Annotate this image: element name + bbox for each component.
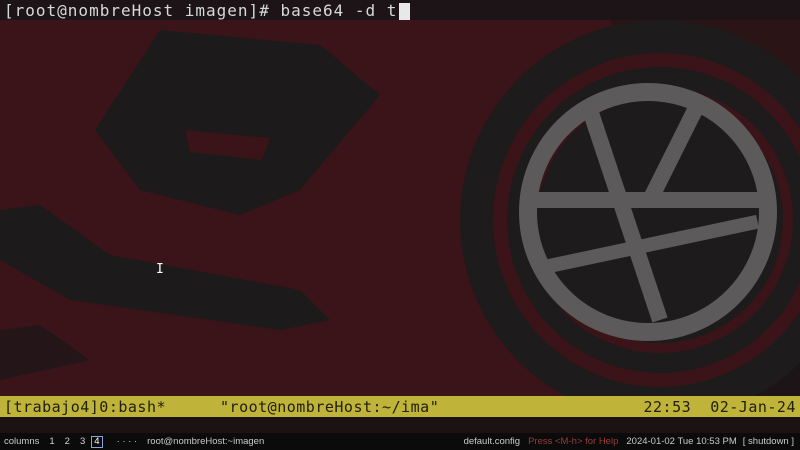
workspace-2-button[interactable]: 2 <box>65 436 70 447</box>
desktop-panel: columns 1 2 3 4 · · · · root@nombreHost:… <box>0 433 800 450</box>
desktop-wallpaper <box>0 0 800 396</box>
workspace-1-button[interactable]: 1 <box>49 436 54 447</box>
layout-menu-button[interactable]: columns <box>0 436 39 447</box>
workspace-4-button-active[interactable]: 4 <box>91 435 103 448</box>
mouse-ibeam-cursor-icon: I <box>156 262 164 277</box>
help-hint: Press <M-h> for Help <box>528 436 619 447</box>
text-cursor <box>399 2 411 20</box>
tmux-clock: 22:53 02-Jan-24 <box>643 397 796 416</box>
tmux-status-bar: [trabajo4]0:bash* "root@nombreHost:~/ima… <box>0 396 800 417</box>
workspace-3-button[interactable]: 3 <box>80 436 85 447</box>
config-label: default.config <box>463 436 521 447</box>
workspace-empty-indicators: · · · · <box>116 436 138 447</box>
terminal-command-text: [root@nombreHost imagen]# base64 -d t <box>4 1 398 20</box>
shutdown-button[interactable]: [ shutdown ] <box>743 436 800 447</box>
tmux-pane-title: "root@nombreHost:~/ima" <box>220 397 440 416</box>
focused-window-title[interactable]: root@nombreHost:~imagen <box>147 436 264 447</box>
tmux-session-window[interactable]: [trabajo4]0:bash* <box>0 398 166 416</box>
terminal-prompt-line[interactable]: [root@nombreHost imagen]# base64 -d t <box>4 0 411 22</box>
panel-clock: 2024-01-02 Tue 10:53 PM <box>626 436 737 447</box>
